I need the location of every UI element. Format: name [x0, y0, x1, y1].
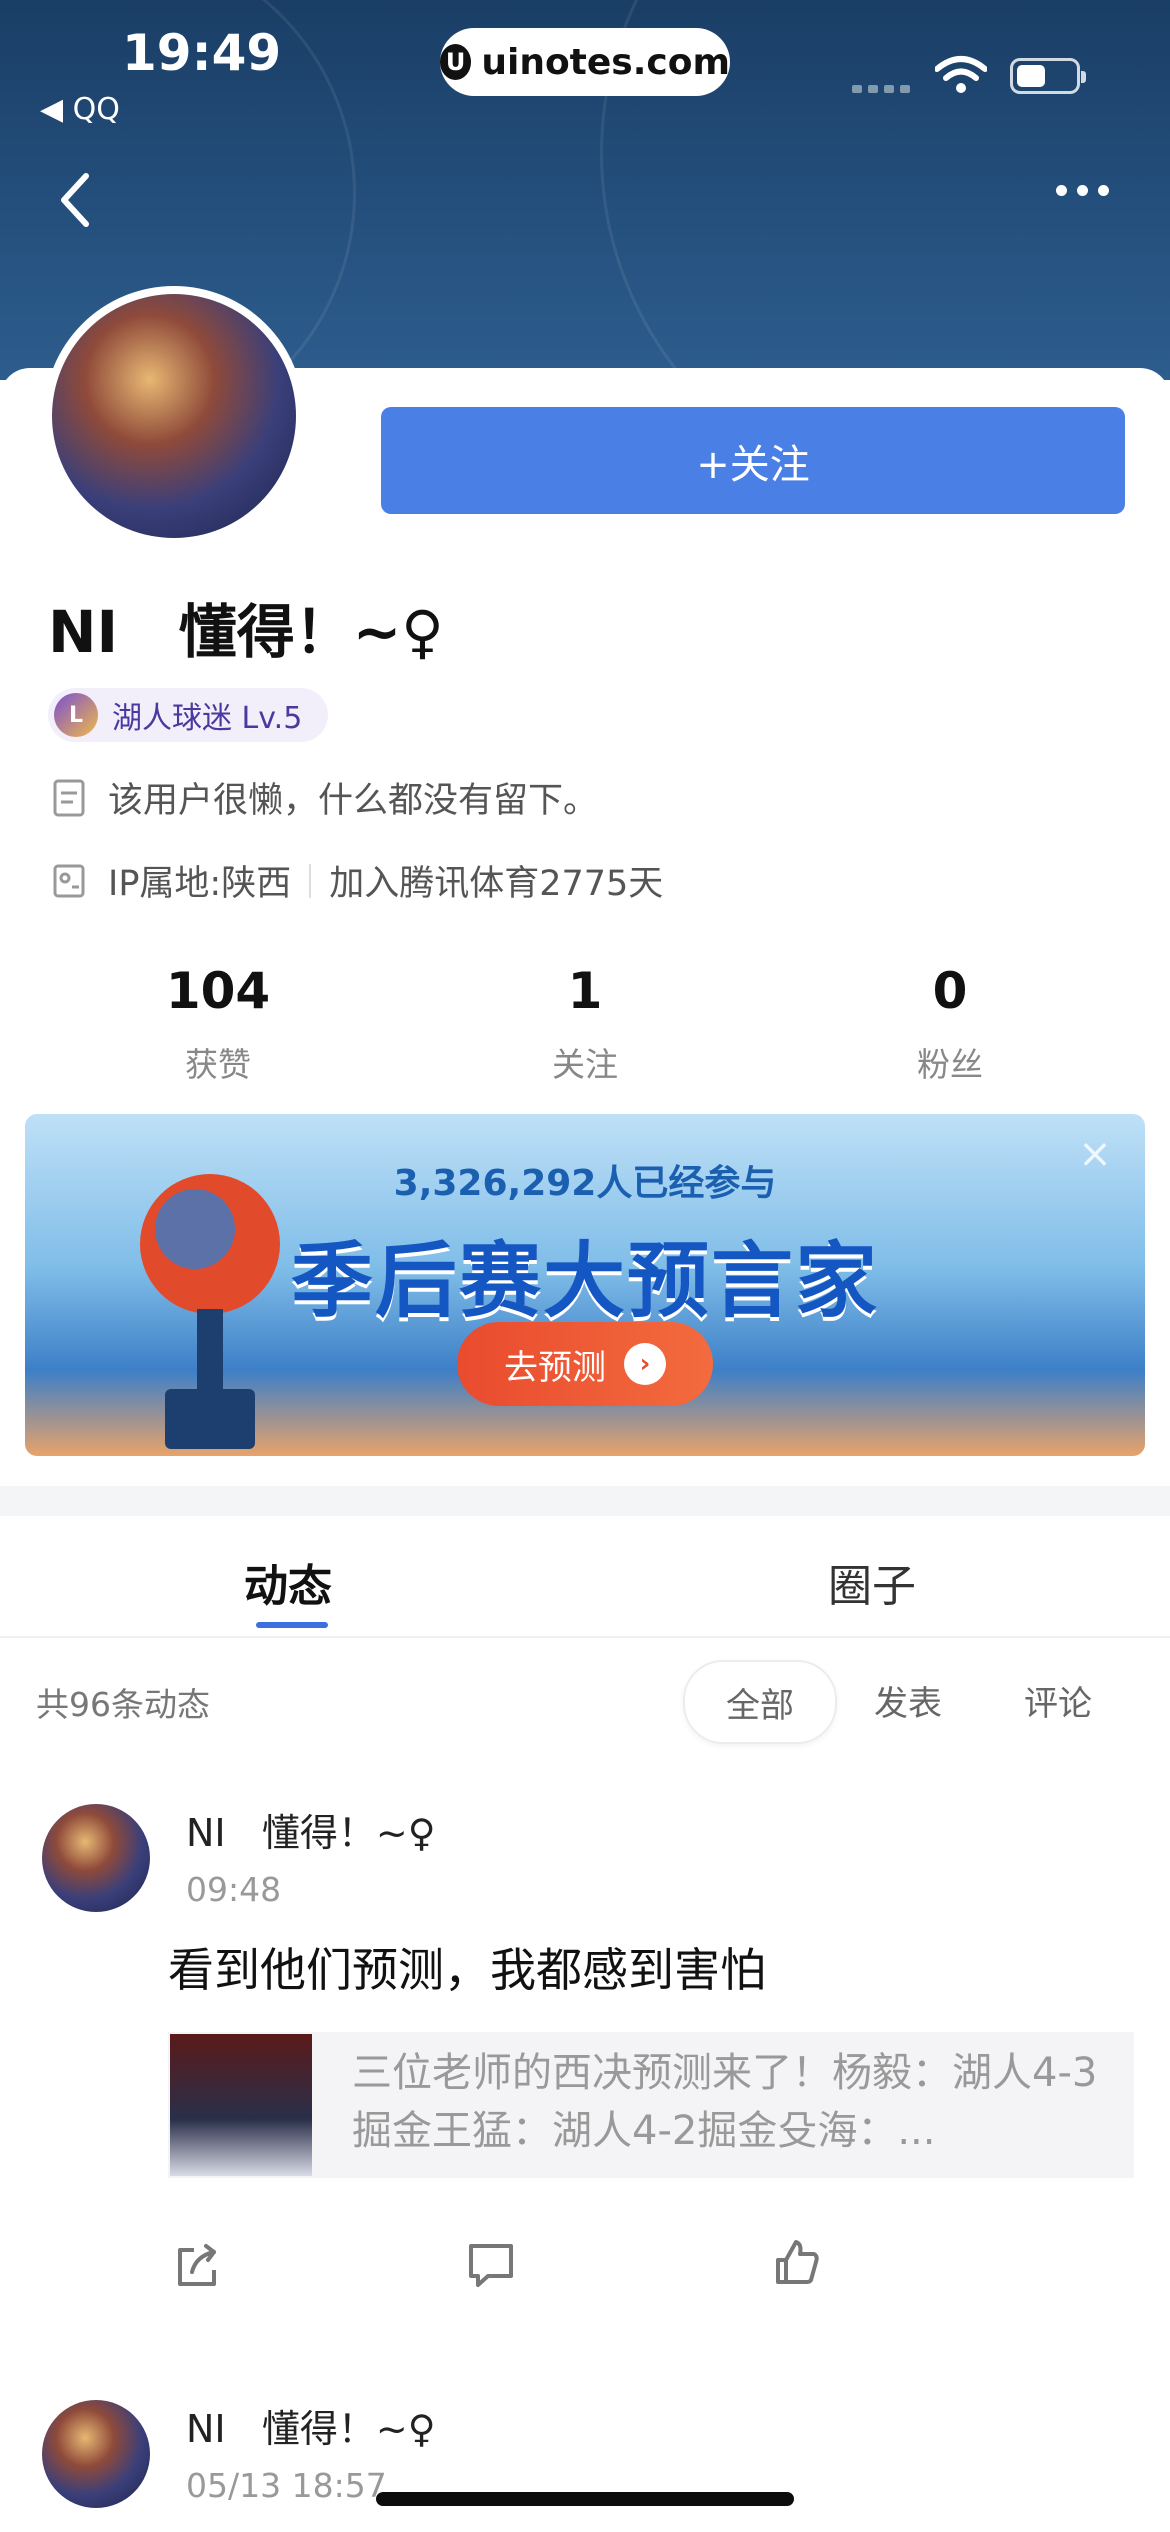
feed-filter-bar: 共96条动态 全部 发表 评论: [0, 1660, 1170, 1744]
profile-username: NI 懂得！~♀: [48, 598, 444, 666]
banner-participants: 3,326,292人已经参与: [393, 1163, 777, 1204]
stat-label: 关注: [552, 1045, 618, 1084]
joined-days: 加入腾讯体育2775天: [329, 864, 664, 904]
playoff-prediction-banner[interactable]: × 3,326,292人已经参与 季后赛大预言家 去预测 ›: [25, 1114, 1145, 1456]
post-author[interactable]: NI 懂得！~♀: [186, 2398, 436, 2453]
link-thumbnail: [170, 2034, 312, 2176]
battery-icon: [1010, 58, 1086, 94]
fan-badge-label: 湖人球迷 Lv.5: [112, 701, 303, 736]
post-time: 05/13 18:57: [186, 2466, 387, 2505]
stat-likes: 104 获赞: [98, 962, 338, 1086]
post-link-card[interactable]: 三位老师的西决预测来了！杨毅：湖人4-3掘金王猛：湖人4-2掘金殳海：...: [168, 2032, 1134, 2178]
status-bar: 19:49 ◀ QQ U uinotes.com: [0, 0, 1170, 127]
tab-bar: 动态 圈子: [0, 1516, 1170, 1638]
back-app-label: QQ: [72, 92, 120, 127]
tab-circles[interactable]: 圈子: [828, 1550, 916, 1614]
lakers-medal-icon: L: [54, 693, 98, 737]
back-to-app[interactable]: ◀ QQ: [40, 92, 120, 127]
more-options-icon[interactable]: [1056, 185, 1109, 196]
thumbs-up-icon[interactable]: [772, 2238, 822, 2288]
stat-value: 104: [165, 962, 271, 1020]
post-text[interactable]: 看到他们预测，我都感到害怕: [168, 1934, 766, 2000]
filter-comments[interactable]: 评论: [998, 1660, 1118, 1740]
status-time: 19:49: [122, 24, 282, 82]
post-avatar[interactable]: [42, 2400, 150, 2508]
filter-posts[interactable]: 发表: [848, 1660, 968, 1740]
avatar[interactable]: [44, 286, 304, 546]
link-text: 三位老师的西决预测来了！杨毅：湖人4-3掘金王猛：湖人4-2掘金殳海：...: [352, 2050, 1098, 2154]
chevron-right-icon: ›: [624, 1343, 666, 1385]
wifi-icon: [935, 56, 987, 93]
stat-label: 粉丝: [917, 1045, 983, 1084]
bio-row: 该用户很懒，什么都没有留下。: [52, 772, 598, 823]
stat-value: 0: [932, 962, 968, 1020]
stat-following[interactable]: 1 关注: [465, 962, 705, 1086]
comment-icon[interactable]: [466, 2240, 516, 2290]
ip-location: IP属地:陕西: [108, 864, 292, 904]
id-card-icon: [53, 864, 85, 897]
back-arrow-icon[interactable]: [56, 170, 96, 230]
post-author[interactable]: NI 懂得！~♀: [186, 1802, 436, 1857]
predict-button-label: 去预测: [504, 1347, 606, 1388]
uinotes-logo-icon: U: [440, 44, 472, 80]
stat-label: 获赞: [185, 1045, 251, 1084]
url-pill: U uinotes.com: [440, 28, 730, 96]
follow-button[interactable]: +关注: [381, 407, 1125, 514]
stat-value: 1: [567, 962, 603, 1020]
filter-all[interactable]: 全部: [683, 1660, 837, 1744]
active-tab-indicator: [256, 1622, 328, 1628]
cellular-signal-icon: [852, 85, 910, 93]
banner-title: 季后赛大预言家: [290, 1234, 879, 1329]
post-time: 09:48: [186, 1870, 282, 1909]
stat-fans[interactable]: 0 粉丝: [830, 962, 1070, 1086]
meta-row: IP属地:陕西 加入腾讯体育2775天: [52, 855, 663, 906]
fan-badge[interactable]: L 湖人球迷 Lv.5: [48, 688, 329, 742]
document-icon: [53, 779, 85, 816]
predict-button[interactable]: 去预测 ›: [457, 1322, 713, 1406]
post-avatar[interactable]: [42, 1804, 150, 1912]
bio-text: 该用户很懒，什么都没有留下。: [108, 781, 599, 821]
divider: [309, 863, 312, 898]
section-divider: [0, 1486, 1170, 1516]
share-icon[interactable]: [172, 2242, 222, 2292]
url-label: uinotes.com: [481, 41, 730, 83]
tab-activity[interactable]: 动态: [244, 1550, 332, 1614]
feed-count: 共96条动态: [36, 1685, 210, 1724]
home-indicator[interactable]: [376, 2492, 794, 2506]
